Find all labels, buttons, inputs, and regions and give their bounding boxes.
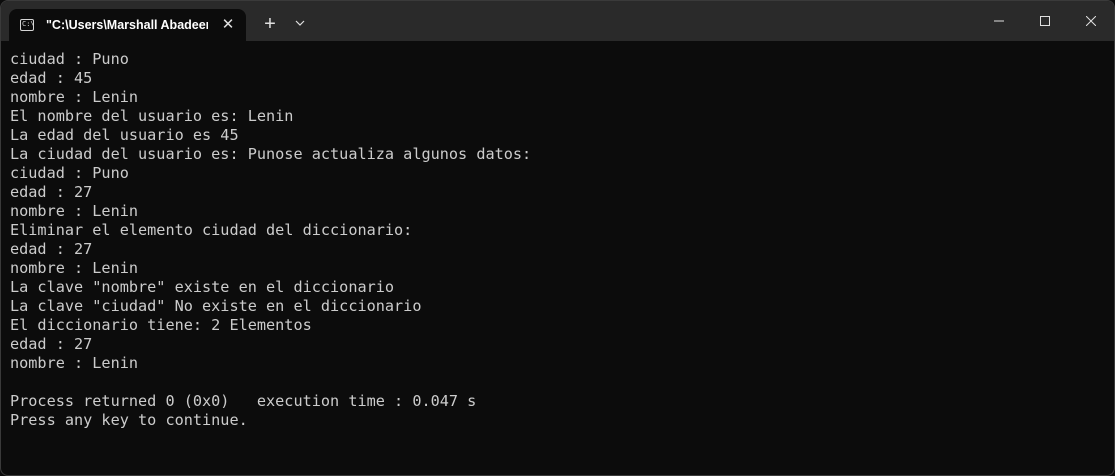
console-line: La edad del usuario es 45	[10, 126, 239, 144]
maximize-button[interactable]	[1022, 1, 1068, 41]
close-icon	[1086, 16, 1096, 26]
console-line: La ciudad del usuario es: Punose actuali…	[10, 145, 532, 163]
tab-title: "C:\Users\Marshall Abadeer\D	[46, 18, 208, 32]
console-line: edad : 45	[10, 69, 93, 87]
console-line: ciudad : Puno	[10, 50, 129, 68]
console-line: La clave "ciudad" No existe en el diccio…	[10, 297, 422, 315]
new-tab-button[interactable]: +	[259, 13, 281, 35]
minimize-icon	[994, 20, 1004, 22]
console-line: nombre : Lenin	[10, 88, 139, 106]
console-line: La clave "nombre" existe en el diccionar…	[10, 278, 395, 296]
console-line: El nombre del usuario es: Lenin	[10, 107, 294, 125]
console-line: Press any key to continue.	[10, 411, 248, 429]
console-output[interactable]: ciudad : Puno edad : 45 nombre : Lenin El n…	[1, 41, 1114, 475]
console-line: edad : 27	[10, 183, 93, 201]
window-controls	[976, 1, 1114, 41]
console-line: El diccionario tiene: 2 Elementos	[10, 316, 312, 334]
console-line: edad : 27	[10, 240, 93, 258]
title-bar[interactable]: C:\ "C:\Users\Marshall Abadeer\D ✕ +	[1, 1, 1114, 41]
console-line: ciudad : Puno	[10, 164, 129, 182]
tab-dropdown-button[interactable]	[290, 13, 310, 35]
console-line: Process returned 0 (0x0) execution time …	[10, 392, 477, 410]
close-window-button[interactable]	[1068, 1, 1114, 41]
chevron-down-icon	[295, 20, 305, 26]
console-line: edad : 27	[10, 335, 93, 353]
console-line: Eliminar el elemento ciudad del dicciona…	[10, 221, 413, 239]
console-line: nombre : Lenin	[10, 202, 139, 220]
console-icon: C:\	[20, 19, 35, 31]
console-line: nombre : Lenin	[10, 259, 139, 277]
console-line: nombre : Lenin	[10, 354, 139, 372]
maximize-icon	[1040, 16, 1050, 26]
minimize-button[interactable]	[976, 1, 1022, 41]
terminal-tab[interactable]: C:\ "C:\Users\Marshall Abadeer\D ✕	[9, 9, 246, 41]
close-tab-icon[interactable]: ✕	[220, 17, 236, 33]
terminal-window: C:\ "C:\Users\Marshall Abadeer\D ✕ + ciu…	[0, 0, 1115, 476]
